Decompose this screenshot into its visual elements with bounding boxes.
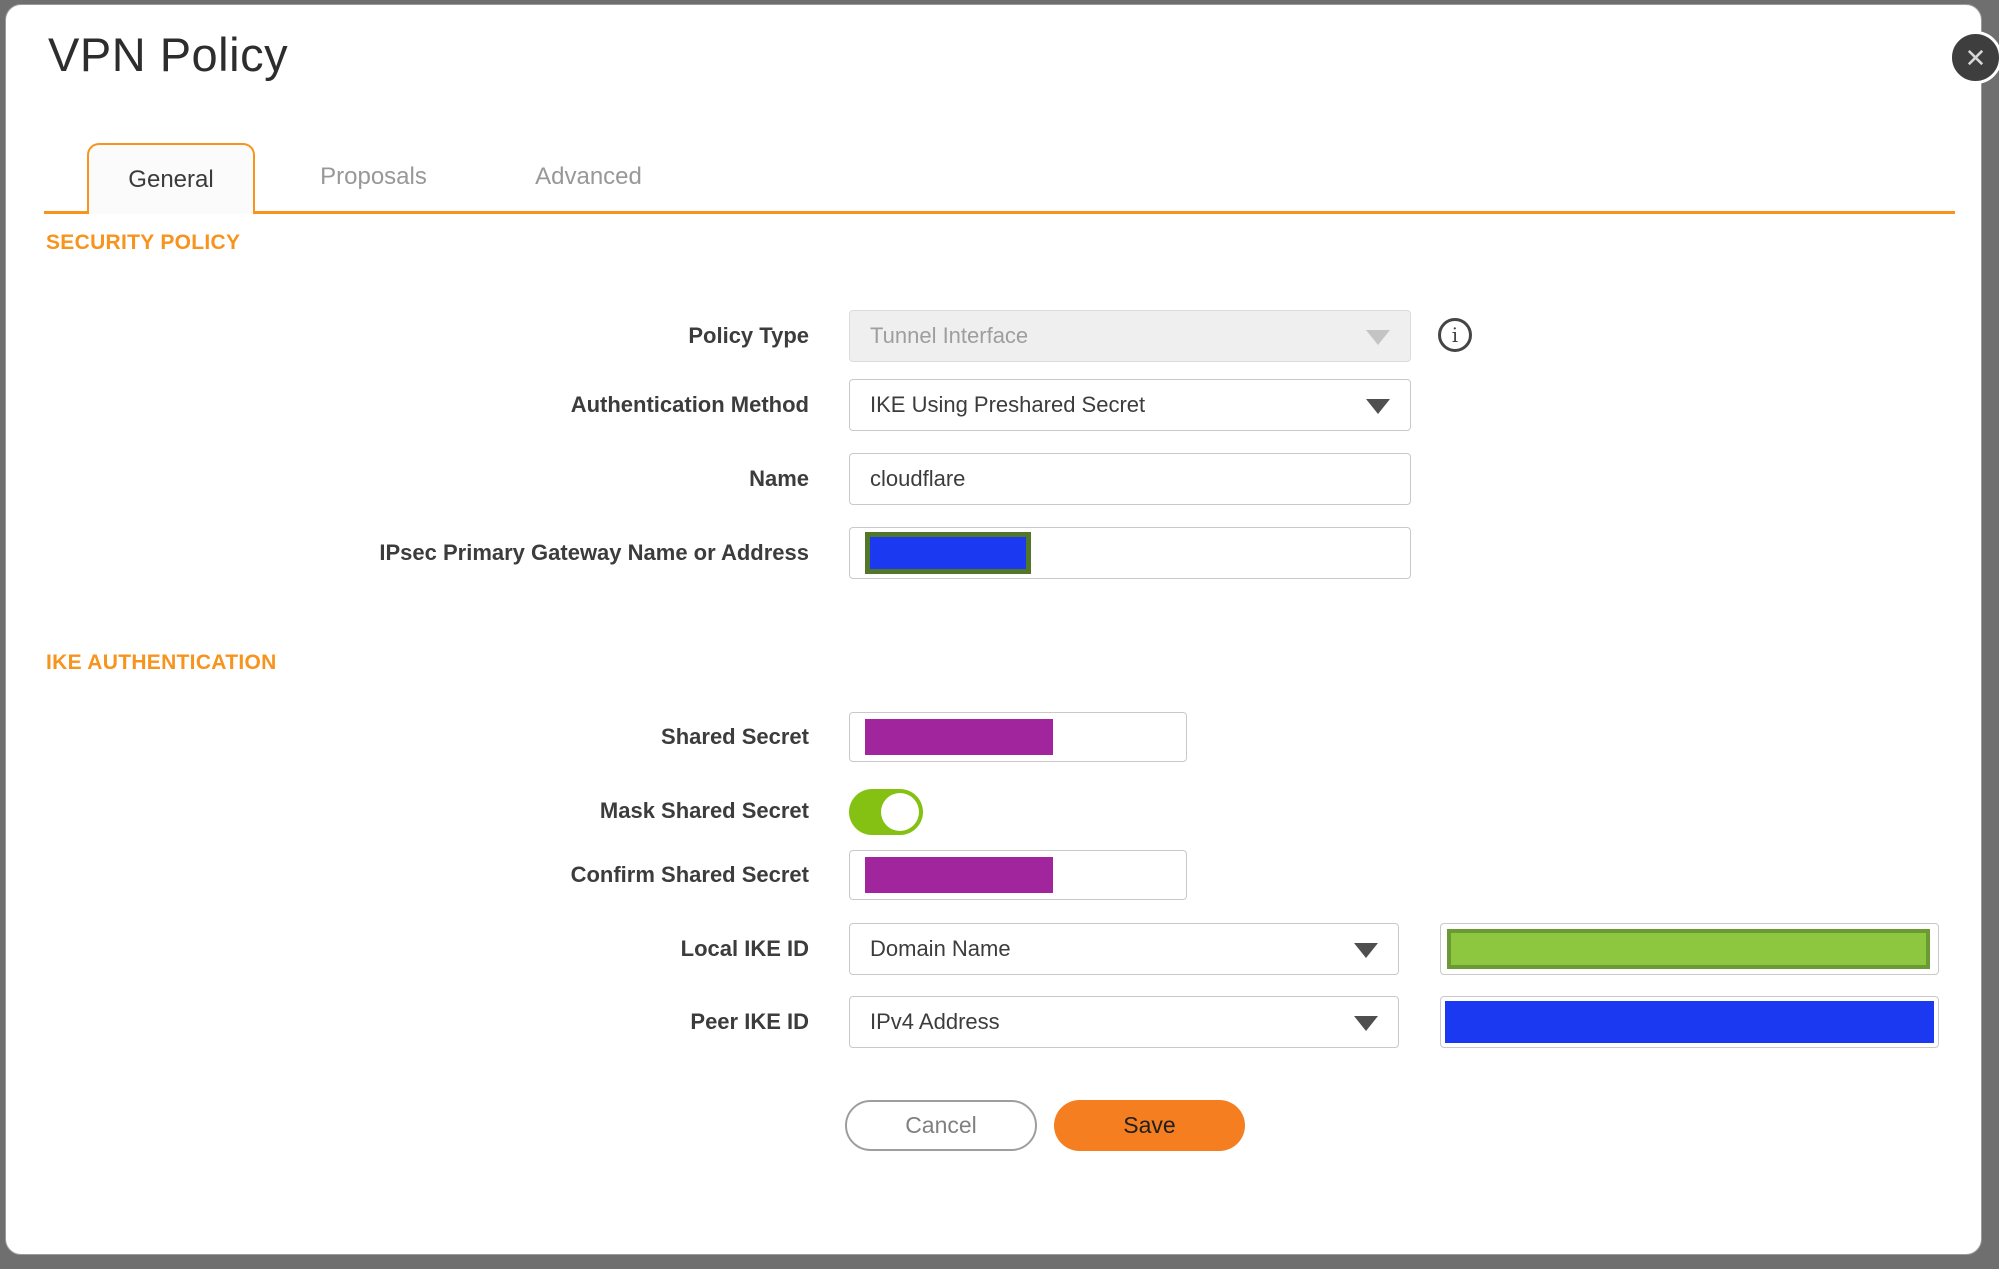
gateway-label: IPsec Primary Gateway Name or Address — [379, 540, 809, 565]
vpn-policy-dialog: VPN Policy General Proposals Advanced SE… — [5, 4, 1982, 1255]
tab-proposals-label: Proposals — [320, 163, 427, 190]
authentication-method-select[interactable]: IKE Using Preshared Secret — [849, 379, 1411, 431]
local-ike-id-value-input[interactable] — [1440, 923, 1939, 975]
close-button[interactable]: ✕ — [1949, 31, 1999, 84]
local-ike-id-label: Local IKE ID — [680, 936, 809, 961]
local-ike-id-redaction-overlay — [1447, 929, 1930, 969]
cancel-button[interactable]: Cancel — [845, 1100, 1037, 1151]
policy-type-value: Tunnel Interface — [870, 323, 1029, 348]
mask-shared-secret-label: Mask Shared Secret — [599, 798, 809, 823]
tab-proposals[interactable]: Proposals — [286, 143, 461, 211]
toggle-knob — [881, 793, 919, 831]
chevron-down-icon — [1354, 943, 1378, 958]
gateway-redaction-overlay — [865, 532, 1031, 574]
policy-type-label: Policy Type — [688, 323, 809, 348]
tab-underline — [44, 211, 1955, 214]
name-input[interactable] — [849, 453, 1411, 505]
save-button[interactable]: Save — [1054, 1100, 1245, 1151]
authentication-method-value: IKE Using Preshared Secret — [870, 392, 1146, 417]
gateway-input[interactable] — [849, 527, 1411, 579]
close-icon: ✕ — [1964, 42, 1987, 73]
screen-background: VPN Policy General Proposals Advanced SE… — [0, 0, 1999, 1269]
shared-secret-label: Shared Secret — [661, 724, 809, 749]
chevron-down-icon — [1354, 1016, 1378, 1031]
name-label: Name — [749, 466, 809, 491]
tab-general[interactable]: General — [87, 143, 255, 214]
tab-general-label: General — [128, 165, 214, 193]
chevron-down-icon — [1366, 399, 1390, 414]
local-ike-id-select[interactable]: Domain Name — [849, 923, 1399, 975]
section-security-policy: SECURITY POLICY — [46, 231, 241, 254]
confirm-shared-secret-redaction-overlay — [865, 857, 1053, 893]
section-ike-authentication: IKE AUTHENTICATION — [46, 651, 277, 674]
peer-ike-id-redaction-overlay — [1445, 1001, 1934, 1043]
confirm-shared-secret-input[interactable] — [849, 850, 1187, 900]
tab-advanced-label: Advanced — [535, 163, 642, 190]
shared-secret-redaction-overlay — [865, 719, 1053, 755]
shared-secret-input[interactable] — [849, 712, 1187, 762]
peer-ike-id-select[interactable]: IPv4 Address — [849, 996, 1399, 1048]
mask-shared-secret-toggle[interactable] — [849, 789, 923, 835]
peer-ike-id-label: Peer IKE ID — [690, 1009, 809, 1034]
local-ike-id-type-value: Domain Name — [870, 936, 1011, 961]
page-title: VPN Policy — [48, 28, 289, 81]
info-icon[interactable]: i — [1438, 318, 1472, 352]
chevron-down-icon — [1366, 330, 1390, 345]
authentication-method-label: Authentication Method — [570, 392, 809, 417]
confirm-shared-secret-label: Confirm Shared Secret — [570, 862, 809, 887]
peer-ike-id-type-value: IPv4 Address — [870, 1009, 1000, 1034]
policy-type-select: Tunnel Interface — [849, 310, 1411, 362]
tab-advanced[interactable]: Advanced — [501, 143, 676, 211]
peer-ike-id-value-input[interactable] — [1440, 996, 1939, 1048]
